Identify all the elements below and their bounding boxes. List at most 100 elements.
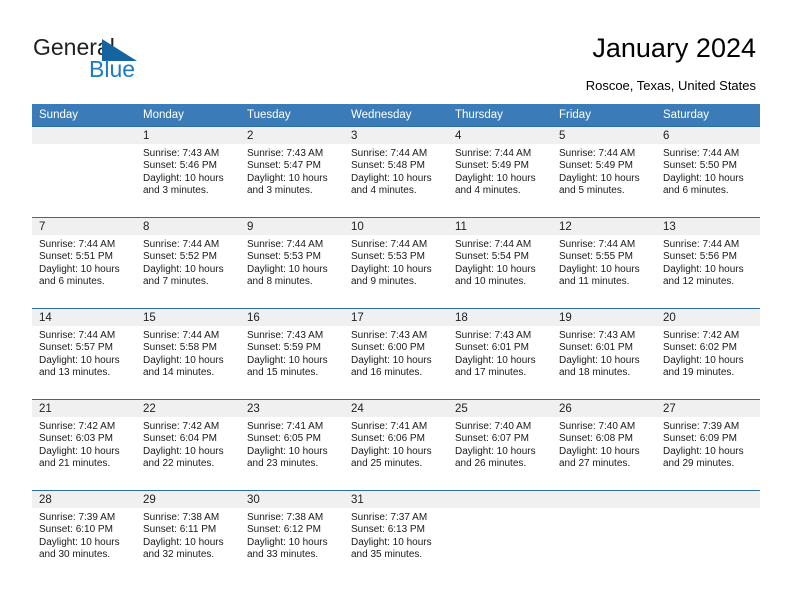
day-detail-line: Daylight: 10 hours bbox=[455, 172, 536, 184]
day-detail-line: and 6 minutes. bbox=[39, 276, 105, 288]
day-detail-line: Sunset: 5:53 PM bbox=[247, 251, 321, 263]
calendar-day-cell[interactable]: 6 Sunrise: 7:44 AM Sunset: 5:50 PM Daylight… bbox=[656, 126, 760, 218]
calendar-page: General Blue January 2024 Roscoe, Texas,… bbox=[0, 0, 792, 612]
day-detail-line: and 4 minutes. bbox=[351, 185, 417, 197]
calendar-day-cell[interactable]: 16 Sunrise: 7:43 AM Sunset: 5:59 PM Dayligh… bbox=[240, 308, 344, 400]
calendar-day-cell[interactable]: 29 Sunrise: 7:38 AM Sunset: 6:11 PM Dayligh… bbox=[136, 490, 240, 581]
calendar-day-cell[interactable]: 22 Sunrise: 7:42 AM Sunset: 6:04 PM Dayligh… bbox=[136, 399, 240, 491]
calendar-day-cell[interactable]: 1 Sunrise: 7:43 AM Sunset: 5:46 PM Daylight… bbox=[136, 126, 240, 218]
day-detail-line: Daylight: 10 hours bbox=[663, 445, 744, 457]
calendar-day-cell[interactable]: 19 Sunrise: 7:43 AM Sunset: 6:01 PM Dayligh… bbox=[552, 308, 656, 400]
day-detail-line: Sunset: 5:46 PM bbox=[143, 160, 217, 172]
calendar-day-cell[interactable]: 17 Sunrise: 7:43 AM Sunset: 6:00 PM Dayligh… bbox=[344, 308, 448, 400]
calendar-day-cell[interactable]: 30 Sunrise: 7:38 AM Sunset: 6:12 PM Dayligh… bbox=[240, 490, 344, 581]
day-detail-line: Sunset: 5:57 PM bbox=[39, 342, 113, 354]
day-details: Sunrise: 7:42 AM Sunset: 6:04 PM Daylight:… bbox=[136, 417, 240, 471]
day-detail-line: Sunrise: 7:44 AM bbox=[39, 330, 116, 341]
weekday-header-row: Sunday Monday Tuesday Wednesday Thursday… bbox=[32, 104, 760, 127]
calendar-day-cell[interactable]: 2 Sunrise: 7:43 AM Sunset: 5:47 PM Daylight… bbox=[240, 126, 344, 218]
day-detail-line: Sunrise: 7:43 AM bbox=[455, 330, 532, 341]
day-detail-line: Sunset: 5:55 PM bbox=[559, 251, 633, 263]
day-details: Sunrise: 7:43 AM Sunset: 6:01 PM Daylight:… bbox=[552, 326, 656, 380]
calendar-day-cell[interactable]: 27 Sunrise: 7:39 AM Sunset: 6:09 PM Dayligh… bbox=[656, 399, 760, 491]
weekday-header-monday: Monday bbox=[136, 104, 240, 127]
calendar-day-cell[interactable]: 31 Sunrise: 7:37 AM Sunset: 6:13 PM Dayligh… bbox=[344, 490, 448, 581]
day-details: Sunrise: 7:43 AM Sunset: 6:00 PM Daylight:… bbox=[344, 326, 448, 380]
day-detail-line: Daylight: 10 hours bbox=[247, 263, 328, 275]
day-number: 15 bbox=[136, 309, 240, 326]
calendar-day-cell[interactable]: 24 Sunrise: 7:41 AM Sunset: 6:06 PM Dayligh… bbox=[344, 399, 448, 491]
calendar-day-cell[interactable]: 3 Sunrise: 7:44 AM Sunset: 5:48 PM Daylight… bbox=[344, 126, 448, 218]
day-detail-line: Sunrise: 7:38 AM bbox=[247, 512, 324, 523]
day-detail-line: Sunrise: 7:40 AM bbox=[559, 421, 636, 432]
day-detail-line: and 21 minutes. bbox=[39, 458, 111, 470]
day-detail-line: Daylight: 10 hours bbox=[559, 263, 640, 275]
day-number: 16 bbox=[240, 309, 344, 326]
day-number: 18 bbox=[448, 309, 552, 326]
day-detail-line: Sunset: 5:47 PM bbox=[247, 160, 321, 172]
calendar-day-cell[interactable]: 15 Sunrise: 7:44 AM Sunset: 5:58 PM Dayligh… bbox=[136, 308, 240, 400]
day-number bbox=[552, 491, 656, 508]
calendar-day-cell[interactable]: 10 Sunrise: 7:44 AM Sunset: 5:53 PM Dayligh… bbox=[344, 217, 448, 309]
day-detail-line: Daylight: 10 hours bbox=[143, 263, 224, 275]
day-detail-line: and 14 minutes. bbox=[143, 367, 215, 379]
calendar-week-row: 7 Sunrise: 7:44 AM Sunset: 5:51 PM Daylight… bbox=[32, 217, 760, 309]
calendar-day-cell[interactable]: 25 Sunrise: 7:40 AM Sunset: 6:07 PM Dayligh… bbox=[448, 399, 552, 491]
calendar-day-cell[interactable]: 5 Sunrise: 7:44 AM Sunset: 5:49 PM Daylight… bbox=[552, 126, 656, 218]
day-detail-line: Sunrise: 7:44 AM bbox=[351, 239, 428, 250]
day-number: 27 bbox=[656, 400, 760, 417]
calendar-day-cell[interactable]: 4 Sunrise: 7:44 AM Sunset: 5:49 PM Daylight… bbox=[448, 126, 552, 218]
calendar-day-cell[interactable]: 12 Sunrise: 7:44 AM Sunset: 5:55 PM Dayligh… bbox=[552, 217, 656, 309]
calendar-body: 1 Sunrise: 7:43 AM Sunset: 5:46 PM Daylight… bbox=[32, 126, 760, 581]
calendar-day-cell[interactable]: 8 Sunrise: 7:44 AM Sunset: 5:52 PM Daylight… bbox=[136, 217, 240, 309]
day-details: Sunrise: 7:44 AM Sunset: 5:54 PM Daylight:… bbox=[448, 235, 552, 289]
day-number: 14 bbox=[32, 309, 136, 326]
day-number bbox=[448, 491, 552, 508]
day-detail-line: and 25 minutes. bbox=[351, 458, 423, 470]
day-details: Sunrise: 7:39 AM Sunset: 6:09 PM Daylight:… bbox=[656, 417, 760, 471]
day-details: Sunrise: 7:39 AM Sunset: 6:10 PM Daylight:… bbox=[32, 508, 136, 562]
day-detail-line: Daylight: 10 hours bbox=[663, 172, 744, 184]
calendar-day-cell[interactable]: 14 Sunrise: 7:44 AM Sunset: 5:57 PM Dayligh… bbox=[32, 308, 136, 400]
day-detail-line: Sunrise: 7:44 AM bbox=[663, 148, 740, 159]
day-detail-line: and 33 minutes. bbox=[247, 549, 319, 561]
calendar-day-cell[interactable]: 13 Sunrise: 7:44 AM Sunset: 5:56 PM Dayligh… bbox=[656, 217, 760, 309]
calendar-day-cell[interactable]: 21 Sunrise: 7:42 AM Sunset: 6:03 PM Dayligh… bbox=[32, 399, 136, 491]
calendar-day-cell[interactable]: 20 Sunrise: 7:42 AM Sunset: 6:02 PM Dayligh… bbox=[656, 308, 760, 400]
day-detail-line: and 26 minutes. bbox=[455, 458, 527, 470]
day-detail-line: Daylight: 10 hours bbox=[39, 263, 120, 275]
day-detail-line: and 17 minutes. bbox=[455, 367, 527, 379]
day-detail-line: Daylight: 10 hours bbox=[143, 536, 224, 548]
calendar-day-cell[interactable]: 23 Sunrise: 7:41 AM Sunset: 6:05 PM Dayligh… bbox=[240, 399, 344, 491]
day-details bbox=[552, 508, 656, 512]
day-number: 9 bbox=[240, 218, 344, 235]
calendar-day-cell[interactable]: 26 Sunrise: 7:40 AM Sunset: 6:08 PM Dayligh… bbox=[552, 399, 656, 491]
calendar-day-cell[interactable]: 28 Sunrise: 7:39 AM Sunset: 6:10 PM Dayligh… bbox=[32, 490, 136, 581]
day-details: Sunrise: 7:43 AM Sunset: 6:01 PM Daylight:… bbox=[448, 326, 552, 380]
day-detail-line: Sunrise: 7:44 AM bbox=[247, 239, 324, 250]
day-detail-line: and 9 minutes. bbox=[351, 276, 417, 288]
calendar-day-cell[interactable]: 7 Sunrise: 7:44 AM Sunset: 5:51 PM Daylight… bbox=[32, 217, 136, 309]
day-detail-line: and 22 minutes. bbox=[143, 458, 215, 470]
day-detail-line: and 13 minutes. bbox=[39, 367, 111, 379]
calendar-day-cell[interactable]: 18 Sunrise: 7:43 AM Sunset: 6:01 PM Dayligh… bbox=[448, 308, 552, 400]
day-number: 28 bbox=[32, 491, 136, 508]
day-detail-line: Sunrise: 7:44 AM bbox=[559, 239, 636, 250]
calendar-day-cell[interactable]: 9 Sunrise: 7:44 AM Sunset: 5:53 PM Daylight… bbox=[240, 217, 344, 309]
day-detail-line: Daylight: 10 hours bbox=[351, 263, 432, 275]
day-details: Sunrise: 7:41 AM Sunset: 6:06 PM Daylight:… bbox=[344, 417, 448, 471]
day-detail-line: and 16 minutes. bbox=[351, 367, 423, 379]
day-detail-line: Sunset: 6:03 PM bbox=[39, 433, 113, 445]
day-detail-line: Sunrise: 7:41 AM bbox=[247, 421, 324, 432]
calendar-day-cell[interactable]: 11 Sunrise: 7:44 AM Sunset: 5:54 PM Dayligh… bbox=[448, 217, 552, 309]
day-detail-line: Sunset: 6:04 PM bbox=[143, 433, 217, 445]
calendar-week-row: 1 Sunrise: 7:43 AM Sunset: 5:46 PM Daylight… bbox=[32, 126, 760, 218]
weekday-header-tuesday: Tuesday bbox=[240, 104, 344, 127]
day-number: 4 bbox=[448, 127, 552, 144]
calendar-week-row: 28 Sunrise: 7:39 AM Sunset: 6:10 PM Dayligh… bbox=[32, 490, 760, 581]
day-detail-line: and 30 minutes. bbox=[39, 549, 111, 561]
day-details: Sunrise: 7:43 AM Sunset: 5:59 PM Daylight:… bbox=[240, 326, 344, 380]
day-detail-line: Sunset: 5:52 PM bbox=[143, 251, 217, 263]
day-detail-line: Sunrise: 7:41 AM bbox=[351, 421, 428, 432]
general-blue-logo[interactable]: General Blue bbox=[33, 34, 163, 86]
